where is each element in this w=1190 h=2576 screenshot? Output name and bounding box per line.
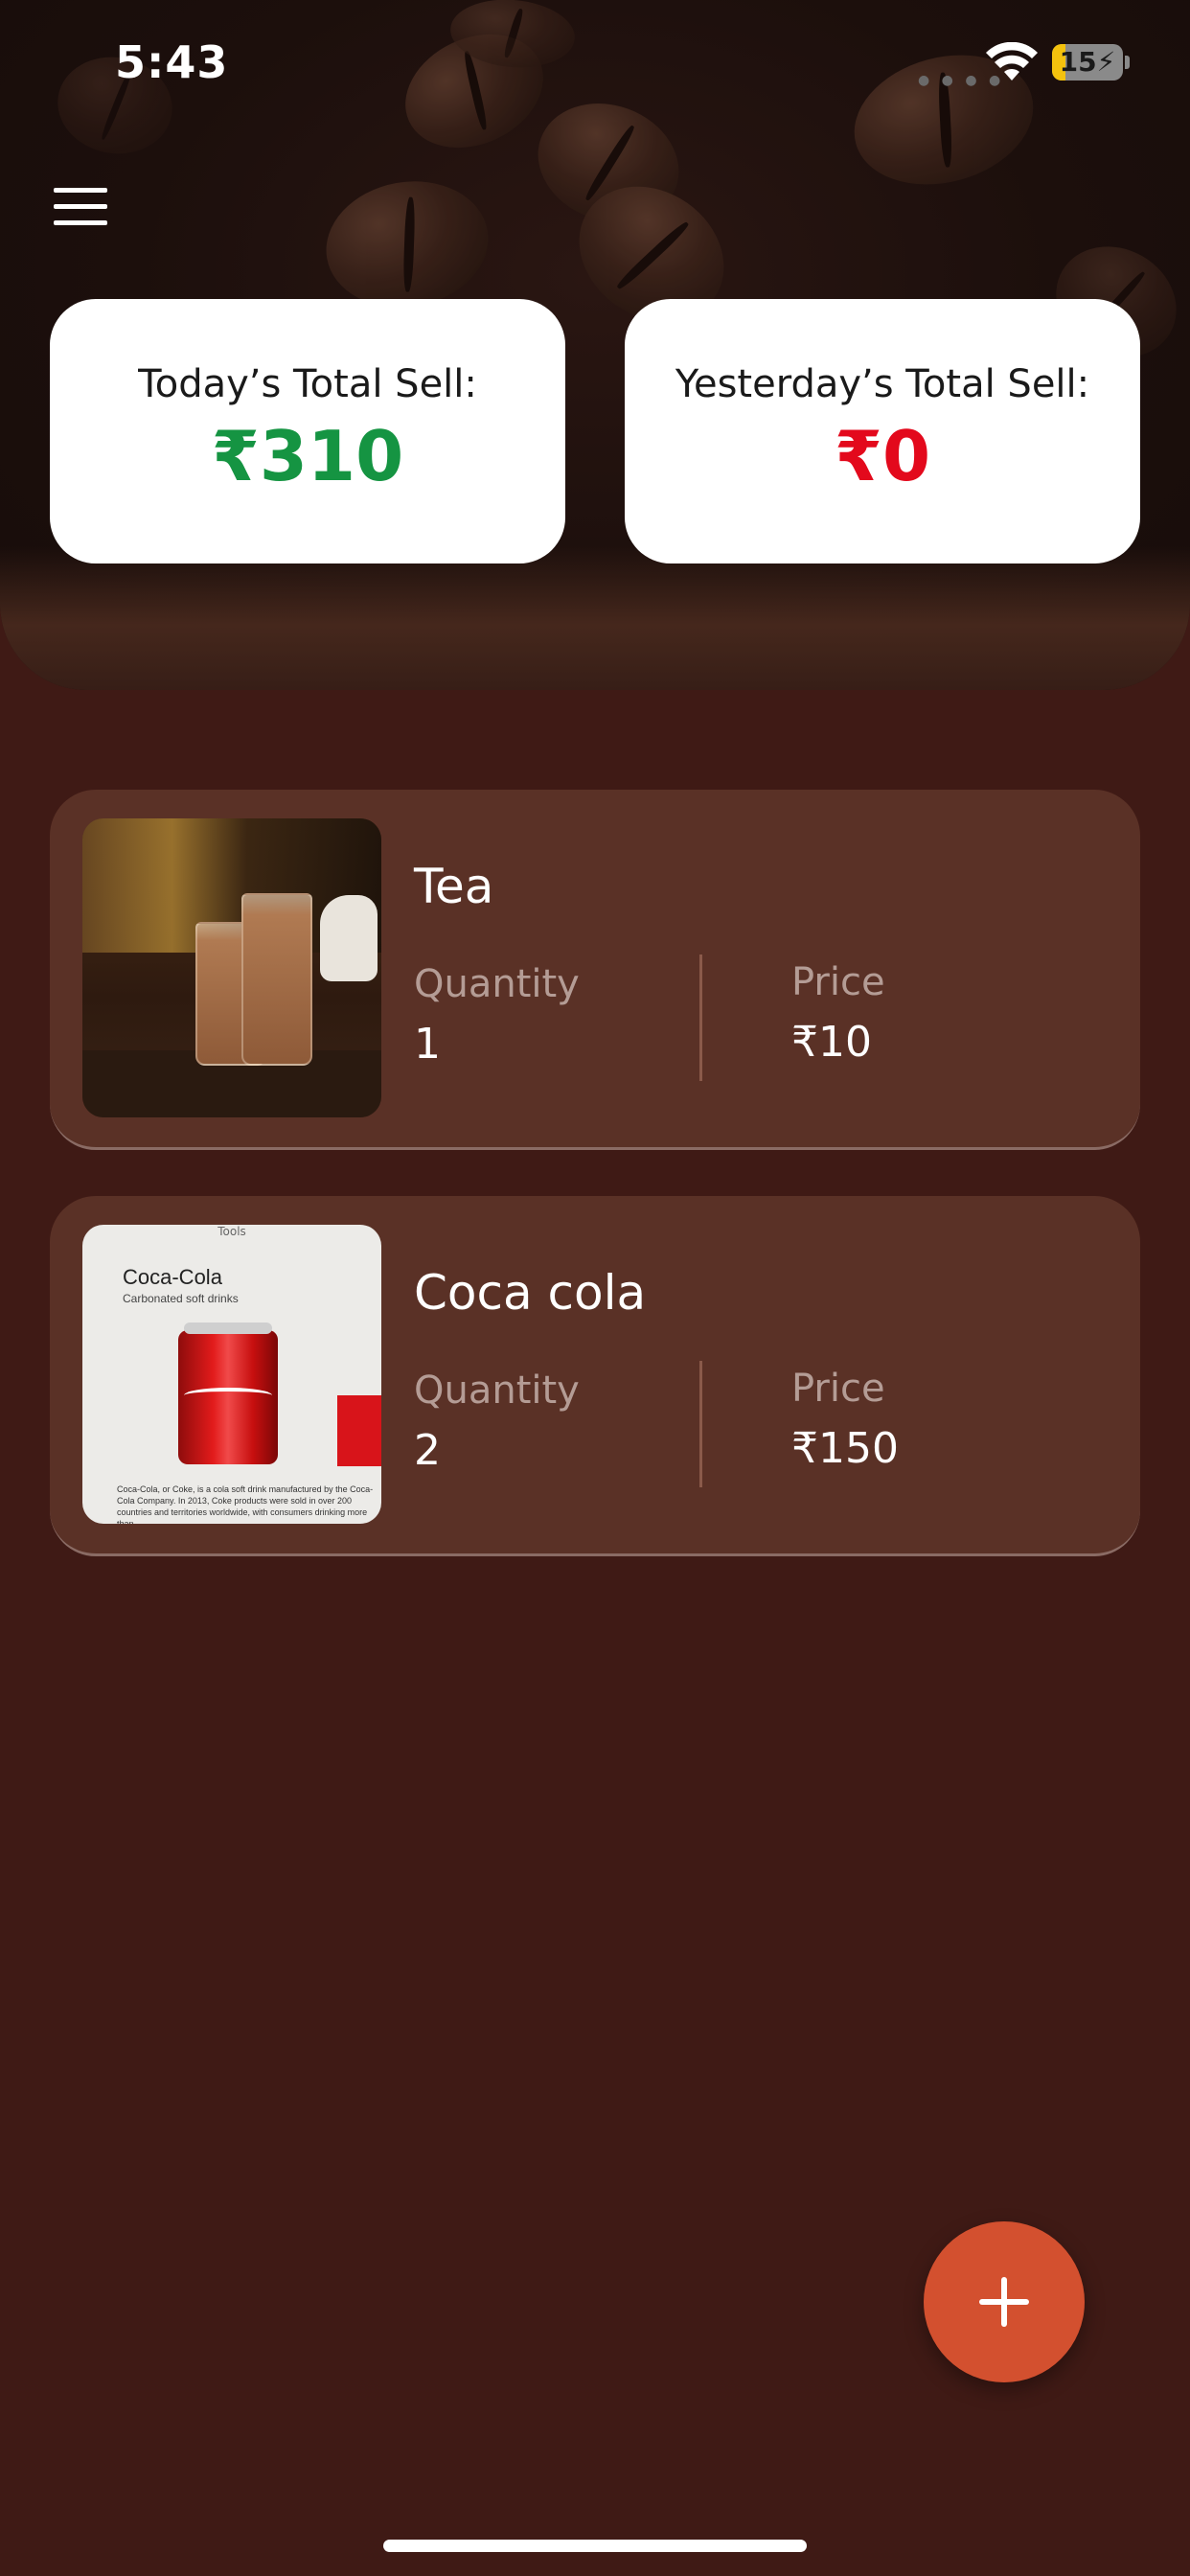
divider [699, 954, 702, 1081]
quantity-value: 2 [414, 1426, 441, 1475]
quantity-value: 1 [414, 1020, 441, 1069]
battery-level: 15 [1059, 46, 1097, 78]
status-bar: 5:43 ● ● ● ● 15⚡ [0, 0, 1190, 134]
coke-can-image [178, 1322, 278, 1464]
price-value: ₹10 [791, 1018, 872, 1067]
today-total-sell-card: Today’s Total Sell: ₹310 [50, 299, 565, 564]
add-item-button[interactable] [924, 2221, 1085, 2382]
price-label: Price [791, 1367, 885, 1411]
quantity-label: Quantity [414, 1368, 580, 1413]
price-label: Price [791, 960, 885, 1004]
yesterday-total-sell-value: ₹0 [834, 416, 931, 496]
coke-image-subtitle: Carbonated soft drinks [123, 1292, 239, 1305]
item-name: Coca cola [414, 1265, 647, 1321]
coke-image-title: Coca-Cola [123, 1265, 222, 1289]
item-name: Tea [414, 859, 494, 914]
today-total-sell-label: Today’s Total Sell: [138, 362, 477, 406]
item-card-tea[interactable]: Tea Quantity 1 Price ₹10 [50, 790, 1140, 1150]
home-indicator[interactable] [383, 2540, 807, 2552]
item-card-coca-cola[interactable]: Tools Coca-Cola Carbonated soft drinks C… [50, 1196, 1140, 1556]
coke-image-body: Coca-Cola, or Coke, is a cola soft drink… [117, 1484, 374, 1524]
hamburger-menu-icon[interactable] [54, 188, 109, 226]
home-screen: 5:43 ● ● ● ● 15⚡ Today’s Total Sell: ₹31… [0, 0, 1190, 2576]
today-total-sell-value: ₹310 [211, 416, 404, 496]
status-time: 5:43 [115, 36, 229, 88]
price-value: ₹150 [791, 1424, 899, 1473]
coca-cola-image: Tools Coca-Cola Carbonated soft drinks C… [82, 1225, 381, 1524]
wifi-icon [986, 42, 1038, 80]
coke-image-tools-text: Tools [217, 1225, 246, 1238]
divider [699, 1361, 702, 1487]
yesterday-total-sell-card: Yesterday’s Total Sell: ₹0 [625, 299, 1140, 564]
quantity-label: Quantity [414, 962, 580, 1006]
tea-image [82, 818, 381, 1117]
battery-icon: 15⚡ [1052, 44, 1123, 80]
yesterday-total-sell-label: Yesterday’s Total Sell: [675, 362, 1090, 406]
